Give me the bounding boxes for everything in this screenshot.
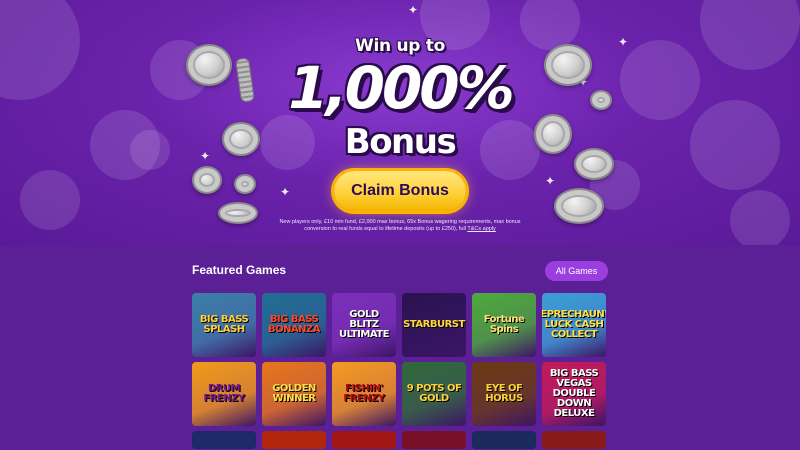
game-tile[interactable]: [262, 431, 326, 449]
promo-headline-line1: Win up to: [355, 36, 445, 56]
game-tile-title: DRUM FRENZY: [203, 383, 245, 404]
game-tile-title: Fortune Spins: [483, 314, 525, 335]
game-tile-title: FISHIN' FRENZY: [343, 383, 385, 404]
game-tile[interactable]: [542, 431, 606, 449]
game-tile-title: 9 POTS OF GOLD: [406, 383, 462, 404]
coin-icon: [192, 166, 222, 194]
terms-link[interactable]: T&Cs apply: [467, 226, 495, 232]
sparkle-icon: ✦: [280, 185, 291, 199]
game-tile-title: EYE OF HORUS: [485, 383, 523, 404]
game-tile[interactable]: GOLDEN WINNER: [262, 362, 326, 426]
game-tile-title: BIG BASS SPLASH: [199, 314, 249, 335]
game-tile-title: BIG BASS VEGAS DOUBLE DOWN DELUXE: [549, 368, 599, 419]
featured-games-grid: BIG BASS SPLASH BIG BASS BONANZA GOLD BLIT…: [192, 293, 606, 449]
hero-banner: ✦ ✦ ✦ ✦ ✦ ✦ Win up to 1,000% Bonus Claim…: [0, 0, 800, 245]
game-tile[interactable]: EYE OF HORUS: [472, 362, 536, 426]
game-tile[interactable]: LEPRECHAUN'S LUCK CASH COLLECT: [542, 293, 606, 357]
bokeh-light: [730, 190, 790, 245]
game-tile[interactable]: 9 POTS OF GOLD: [402, 362, 466, 426]
game-tile[interactable]: STARBURST: [402, 293, 466, 357]
coin-icon: [234, 174, 256, 194]
game-tile[interactable]: [332, 431, 396, 449]
game-tile-title: LEPRECHAUN'S LUCK CASH COLLECT: [542, 309, 606, 340]
sparkle-icon: ✦: [408, 3, 419, 17]
game-tile[interactable]: BIG BASS VEGAS DOUBLE DOWN DELUXE: [542, 362, 606, 426]
game-tile-title: GOLD BLITZ ULTIMATE: [339, 309, 389, 340]
promo-headline-line3: Bonus: [344, 122, 457, 162]
game-tile[interactable]: [402, 431, 466, 449]
game-tile[interactable]: Fortune Spins: [472, 293, 536, 357]
featured-games-title: Featured Games: [192, 263, 287, 277]
game-tile[interactable]: FISHIN' FRENZY: [332, 362, 396, 426]
all-games-button[interactable]: All Games: [545, 261, 608, 281]
game-tile[interactable]: BIG BASS SPLASH: [192, 293, 256, 357]
sparkle-icon: ✦: [545, 174, 556, 188]
game-tile-title: STARBURST: [403, 319, 465, 330]
claim-bonus-button[interactable]: Claim Bonus: [334, 171, 466, 211]
coin-icon: [554, 188, 604, 224]
game-tile[interactable]: BIG BASS BONANZA: [262, 293, 326, 357]
game-tile[interactable]: [472, 431, 536, 449]
game-tile[interactable]: [192, 431, 256, 449]
coin-icon: [218, 202, 258, 224]
game-tile-title: BIG BASS BONANZA: [267, 314, 321, 335]
promo-headline-amount: 1,000%: [288, 54, 515, 122]
bokeh-light: [20, 170, 80, 230]
game-tile[interactable]: DRUM FRENZY: [192, 362, 256, 426]
game-tile[interactable]: GOLD BLITZ ULTIMATE: [332, 293, 396, 357]
game-tile-title: GOLDEN WINNER: [272, 383, 316, 404]
bonus-terms: New players only, £10 min fund, £2,000 m…: [270, 219, 530, 233]
